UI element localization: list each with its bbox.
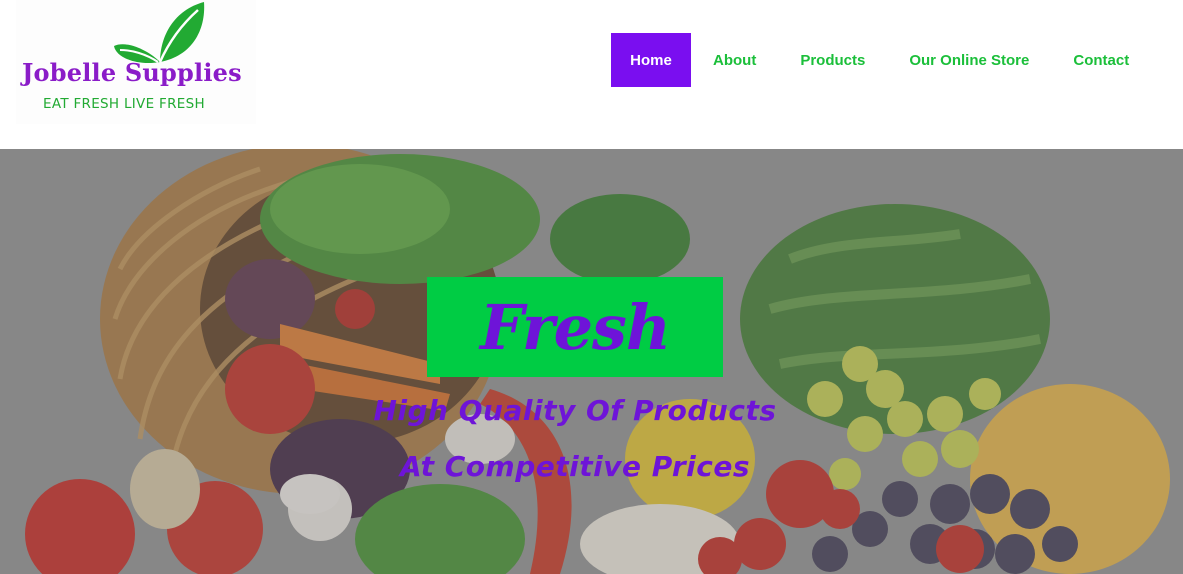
hero-headline-2: At Competitive Prices — [399, 450, 751, 483]
nav-item-products[interactable]: Products — [778, 33, 887, 87]
nav-item-contact[interactable]: Contact — [1051, 33, 1151, 87]
main-nav: Home About Products Our Online Store Con… — [611, 33, 1151, 87]
nav-item-about[interactable]: About — [691, 33, 778, 87]
hero-headline-1: High Quality Of Products — [373, 394, 777, 427]
hero-badge: Fresh — [427, 277, 723, 377]
site-header: Jobelle Supplies EAT FRESH LIVE FRESH Ho… — [0, 0, 1183, 149]
nav-item-home[interactable]: Home — [611, 33, 691, 87]
hero-banner: Fresh High Quality Of Products At Compet… — [0, 149, 1183, 574]
logo-name: Jobelle Supplies — [22, 58, 242, 87]
logo[interactable]: Jobelle Supplies EAT FRESH LIVE FRESH — [16, 0, 256, 124]
leaves-icon — [114, 2, 205, 64]
hero-badge-text: Fresh — [479, 290, 671, 364]
nav-item-online-store[interactable]: Our Online Store — [887, 33, 1051, 87]
logo-tagline: EAT FRESH LIVE FRESH — [43, 96, 205, 112]
